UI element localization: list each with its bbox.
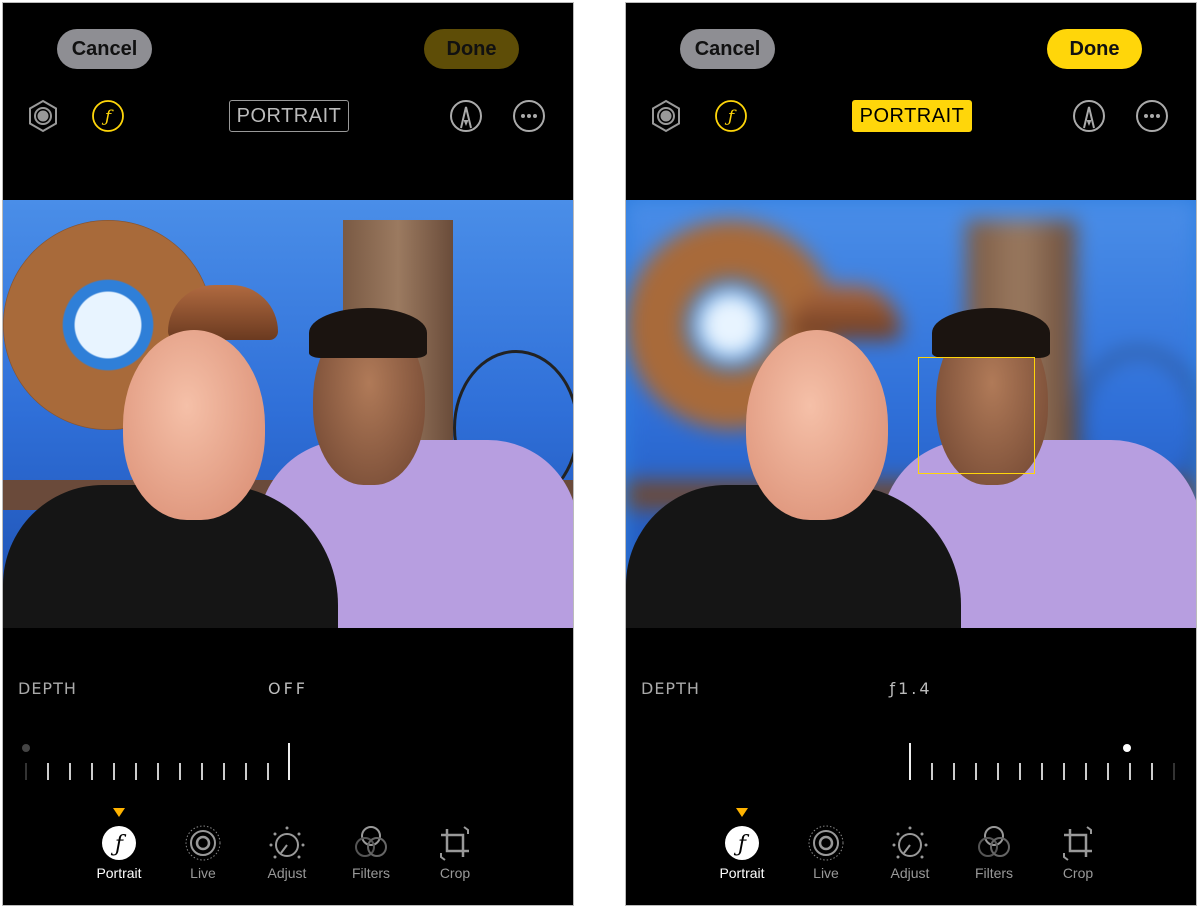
tool-live[interactable]: Live [163,825,243,881]
depth-value: ƒ1.4 [889,679,933,698]
tool-portrait[interactable]: ƒ Portrait [702,825,782,881]
tool-label: Adjust [890,865,930,881]
slider-tick [25,763,27,780]
tool-label: Live [190,865,216,881]
tool-adjust[interactable]: Adjust [870,825,950,881]
active-tool-indicator [736,808,748,817]
slider-tick [267,763,269,780]
slider-tick [1063,763,1065,780]
tool-filters[interactable]: Filters [331,825,411,881]
slider-tick [997,763,999,780]
slider-tick [1173,763,1175,780]
markup-pen-icon[interactable] [1072,99,1106,133]
tool-label: Portrait [96,865,142,881]
adjust-dial-icon [269,826,305,859]
depth-slider[interactable] [3,733,573,788]
slider-tick [1151,763,1153,780]
cancel-button[interactable]: Cancel [57,29,152,69]
cancel-button[interactable]: Cancel [680,29,775,69]
tool-label: Portrait [719,865,765,881]
done-button[interactable]: Done [1047,29,1142,69]
svg-text:ƒ: ƒ [724,107,737,127]
tool-crop[interactable]: Crop [1038,825,1118,881]
tool-adjust[interactable]: Adjust [247,825,327,881]
depth-label: DEPTH [641,679,700,698]
crop-rotate-icon [1063,826,1092,861]
slider-tick [223,763,225,780]
slider-tick [1041,763,1043,780]
filters-circles-icon [978,826,1010,857]
tool-label: Filters [974,865,1014,881]
portrait-f-icon: ƒ [102,826,136,860]
live-icon [808,825,844,861]
person-left-face [123,330,265,520]
crop-rotate-icon [440,826,469,861]
markup-pen-icon[interactable] [449,99,483,133]
slider-tick [1129,763,1131,780]
portrait-f-icon: ƒ [725,826,759,860]
slider-tick [1107,763,1109,780]
more-ellipsis-icon[interactable] [1135,99,1169,133]
tool-label: Filters [351,865,391,881]
portrait-mode-badge[interactable]: PORTRAIT [229,100,349,132]
slider-tick [975,763,977,780]
slider-endpoint-dot [1123,744,1131,752]
person-left-face [746,330,888,520]
aperture-f-icon[interactable]: ƒ [714,99,748,133]
adjust-dial-icon [892,826,928,859]
depth-value: OFF [268,679,308,698]
photo-editor-panel: Cancel Done ƒ PORTRAIT [2,2,574,906]
done-button[interactable]: Done [424,29,519,69]
svg-text:ƒ: ƒ [101,107,114,127]
slider-tick [91,763,93,780]
filters-circles-icon [355,826,387,857]
more-ellipsis-icon[interactable] [512,99,546,133]
tool-crop[interactable]: Crop [415,825,495,881]
slider-tick [1085,763,1087,780]
photo-preview [626,200,1196,628]
slider-tick [245,763,247,780]
tool-live[interactable]: Live [786,825,866,881]
slider-tick [69,763,71,780]
live-icon [185,825,221,861]
slider-tick [113,763,115,780]
slider-tick [179,763,181,780]
tool-portrait[interactable]: ƒ Portrait [79,825,159,881]
slider-tick [931,763,933,780]
face-focus-box [918,357,1035,474]
photo-editor-panel: Cancel Done ƒ PORTRAIT [625,2,1197,906]
portrait-mode-badge[interactable]: PORTRAIT [852,100,972,132]
photo-preview [3,200,573,628]
slider-tick [1019,763,1021,780]
slider-current-marker [288,743,290,780]
tool-label: Crop [1062,865,1094,881]
slider-tick [201,763,203,780]
live-photo-hexagon-icon[interactable] [649,99,683,133]
tool-label: Crop [439,865,471,881]
tool-label: Adjust [267,865,307,881]
tool-filters[interactable]: Filters [954,825,1034,881]
slider-tick [157,763,159,780]
slider-tick [135,763,137,780]
aperture-f-icon[interactable]: ƒ [91,99,125,133]
tool-label: Live [813,865,839,881]
slider-current-marker [909,743,911,780]
slider-endpoint-dot [22,744,30,752]
slider-tick [47,763,49,780]
depth-slider[interactable] [626,733,1196,788]
live-photo-hexagon-icon[interactable] [26,99,60,133]
active-tool-indicator [113,808,125,817]
depth-label: DEPTH [18,679,77,698]
slider-tick [953,763,955,780]
